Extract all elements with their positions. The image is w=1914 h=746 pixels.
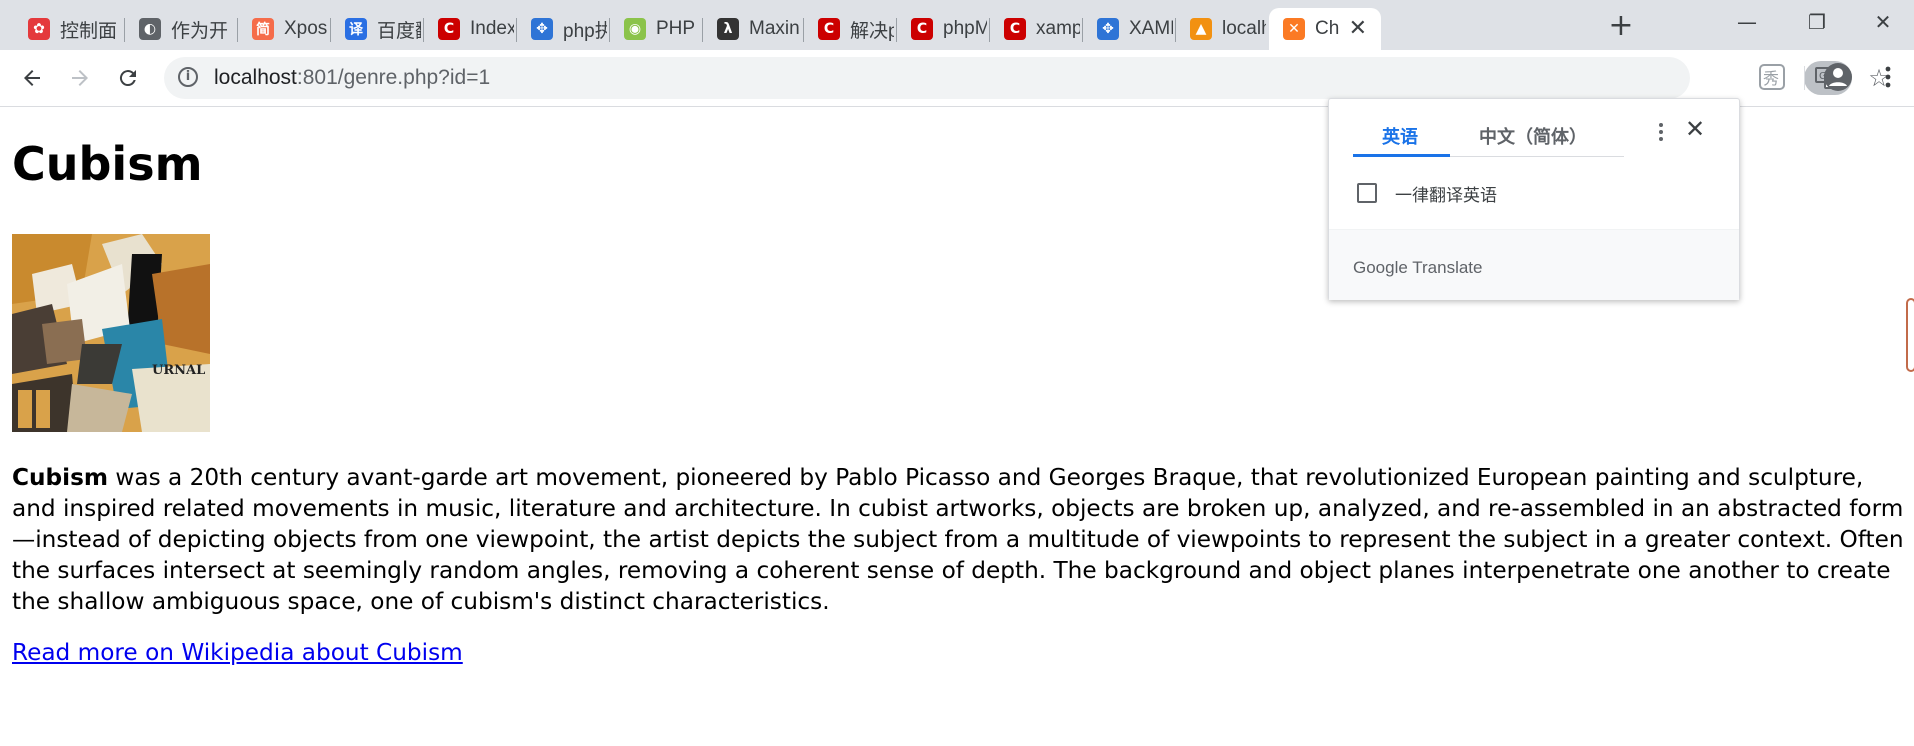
side-panel-handle[interactable]: [1906, 298, 1914, 372]
forward-button[interactable]: [62, 60, 98, 96]
translate-popup: 英语 中文（简体） ✕ 一律翻译英语 Google Translate: [1328, 98, 1740, 300]
close-window-icon[interactable]: ✕: [1852, 0, 1914, 44]
maxin-icon: λ: [717, 18, 739, 40]
always-translate-label[interactable]: 一律翻译英语: [1395, 181, 1497, 206]
tab-title: 控制面: [60, 20, 118, 42]
csdn-icon: C: [1004, 18, 1026, 40]
extension-seal-icon: 秀: [1759, 64, 1785, 90]
reload-button[interactable]: [110, 60, 146, 96]
csdn-icon: C: [438, 18, 460, 40]
lead-term: Cubism: [12, 464, 109, 491]
browser-tab[interactable]: λ Maxin: [703, 8, 803, 50]
wikipedia-link[interactable]: Read more on Wikipedia about Cubism: [12, 639, 463, 666]
arrow-right-icon: [72, 70, 88, 86]
back-button[interactable]: [14, 60, 50, 96]
genre-description: Cubism was a 20th century avant-garde ar…: [12, 462, 1908, 617]
new-tab-button[interactable]: +: [1604, 8, 1638, 43]
tab-title: localh: [1222, 18, 1266, 39]
tab-title: 作为开: [171, 20, 229, 42]
tab-title: 百度翻: [377, 20, 421, 42]
tab-title: 解决pl: [850, 20, 894, 42]
extension-icon[interactable]: 秀: [1754, 59, 1790, 95]
kebab-menu-icon: [1885, 66, 1891, 88]
browser-tab[interactable]: ✥ XAMP: [1083, 8, 1175, 50]
arrow-left-icon: [24, 70, 40, 86]
tab-active-indicator: [1353, 154, 1450, 157]
jian-icon: 简: [252, 18, 274, 40]
tab-title: Xpose: [284, 18, 328, 39]
baidu-paw-icon: ✥: [1097, 18, 1119, 40]
tab-title: XAMP: [1129, 18, 1173, 39]
popup-close-icon[interactable]: ✕: [1685, 115, 1705, 143]
baidu-paw-icon: ✥: [531, 18, 553, 40]
browser-tab[interactable]: 译百度翻: [331, 8, 423, 50]
restore-window-icon[interactable]: ❐: [1786, 0, 1848, 44]
xampp-icon: ✕: [1283, 18, 1305, 40]
csdn-icon: C: [818, 18, 840, 40]
google-translate-brand: Google Translate: [1353, 258, 1483, 277]
browser-tab[interactable]: ◐ 作为开: [125, 8, 237, 50]
minimize-window-icon[interactable]: —: [1716, 0, 1778, 44]
toolbar-divider: [1804, 66, 1805, 90]
tab-title: Ch: [1315, 18, 1340, 39]
tab-title: php执: [563, 20, 607, 42]
browser-menu-button[interactable]: [1870, 59, 1906, 95]
description-text: was a 20th century avant-garde art movem…: [12, 464, 1904, 615]
globe-icon: ◐: [139, 18, 161, 40]
profile-button[interactable]: [1820, 59, 1856, 95]
tab-source-language[interactable]: 英语: [1382, 123, 1418, 149]
tab-title: Index: [470, 18, 514, 39]
tab-title: phpM: [943, 18, 987, 39]
browser-tab[interactable]: 简 Xpose: [238, 8, 330, 50]
reload-icon: [119, 70, 136, 87]
browser-tab[interactable]: C 解决pl: [804, 8, 896, 50]
cubism-artwork-image: URNAL: [12, 234, 210, 432]
phpmyadmin-icon: ▲: [1190, 18, 1212, 40]
browser-tab[interactable]: ✿ 控制面: [14, 8, 124, 50]
tab-title: xampp: [1036, 18, 1080, 39]
browser-tab[interactable]: Cxampp: [990, 8, 1082, 50]
popup-more-options-icon[interactable]: [1651, 117, 1671, 147]
csdn-icon: C: [911, 18, 933, 40]
browser-tab[interactable]: ✕ Ch ✕: [1269, 8, 1381, 50]
huawei-icon: ✿: [28, 18, 50, 40]
info-icon[interactable]: i: [178, 67, 198, 87]
account-avatar-icon: [1824, 63, 1852, 91]
cubism-painting: URNAL: [12, 234, 210, 432]
always-translate-checkbox[interactable]: [1357, 183, 1377, 203]
tab-title: PHP $: [656, 18, 700, 39]
svg-text:秀: 秀: [1763, 69, 1779, 88]
page-title: Cubism: [12, 137, 203, 191]
tab-strip: ✿控制面◐作为开简Xpose译百度翻CIndex✥php执◉PHP $λMaxi…: [0, 0, 1914, 50]
tab-target-language[interactable]: 中文（简体）: [1479, 123, 1587, 149]
translate-yi-icon: 译: [345, 18, 367, 40]
popup-footer: Google Translate: [1329, 229, 1739, 300]
address-bar[interactable]: i localhost:801/genre.php?id=1 G 文 ☆: [164, 57, 1890, 99]
url-text[interactable]: localhost:801/genre.php?id=1: [214, 66, 490, 90]
browser-tab[interactable]: ▲ localh: [1176, 8, 1268, 50]
svg-text:URNAL: URNAL: [152, 363, 205, 378]
browser-tab[interactable]: C Index: [424, 8, 516, 50]
browser-tab[interactable]: CphpM: [897, 8, 989, 50]
tab-close-icon[interactable]: ✕: [1349, 16, 1367, 41]
browser-tab[interactable]: ✥ php执: [517, 8, 609, 50]
php-icon: ◉: [624, 18, 646, 40]
browser-tab[interactable]: ◉ PHP $: [610, 8, 702, 50]
tab-title: Maxin: [749, 18, 800, 39]
